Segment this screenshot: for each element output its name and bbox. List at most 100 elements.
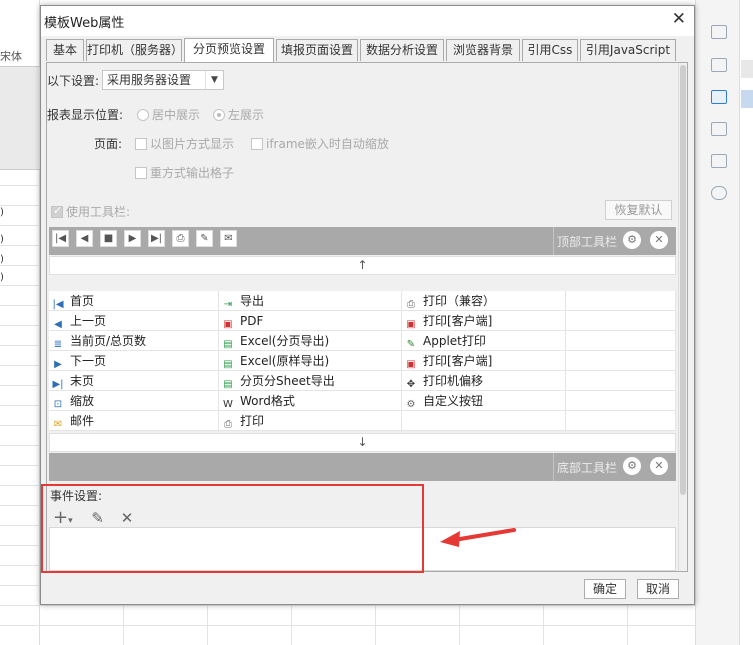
- grid-cell: [566, 291, 676, 311]
- dialog-title: 模板Web属性: [44, 16, 125, 31]
- toolbar-button-item[interactable]: ⎙ 打印（兼容）: [402, 291, 566, 311]
- toolbar-button-item[interactable]: ⎙ 打印: [219, 411, 402, 431]
- cell-property-icon[interactable]: [711, 90, 727, 104]
- page-count-icon: ≣: [53, 339, 63, 350]
- image-display-checkbox[interactable]: 以图片方式显示: [135, 135, 234, 152]
- toolbar-button-label: 邮件: [70, 414, 95, 428]
- tab-javascript[interactable]: 引用JavaScript: [580, 39, 676, 61]
- divider: [553, 227, 554, 255]
- toolbar-button-item[interactable]: ⇥ 导出: [219, 291, 402, 311]
- print-icon: ⎙: [224, 419, 232, 430]
- toolbar-button-item[interactable]: ▶ 下一页: [49, 351, 219, 371]
- repeat-output-checkbox[interactable]: 重方式输出格子: [135, 164, 234, 181]
- toolbar-button-item[interactable]: ▤ 分页分Sheet导出: [219, 371, 402, 391]
- sheet-grid: [0, 170, 40, 645]
- page-label: 页面:: [94, 137, 123, 151]
- zoom-icon: ⊡: [53, 399, 63, 410]
- tab-paging-preview[interactable]: 分页预览设置: [184, 38, 274, 62]
- prev-page-icon: ◀: [54, 319, 62, 330]
- close-icon[interactable]: ✕: [650, 231, 668, 249]
- toolbar-button-item[interactable]: ✥ 打印机偏移: [402, 371, 566, 391]
- toolbar-button-label: 首页: [70, 294, 95, 308]
- top-toolbar-label: 顶部工具栏: [557, 235, 618, 249]
- excel-icon: ▤: [223, 359, 233, 370]
- widget-icon[interactable]: [711, 58, 727, 72]
- gear-icon[interactable]: ⚙: [623, 231, 641, 249]
- side-strip: [741, 60, 753, 78]
- tab-printer-server[interactable]: 打印机（服务器）: [86, 39, 183, 61]
- tab-panel: 以下设置: 采用服务器设置 ▼ 报表显示位置: 居中展示 左展示 页面: 以图片…: [46, 62, 688, 572]
- layout-icon[interactable]: [711, 25, 727, 39]
- toolbar-button-item[interactable]: ≣ 当前页/总页数: [49, 331, 219, 351]
- delete-event-button[interactable]: ✕: [121, 509, 134, 527]
- word-icon: W: [223, 399, 233, 410]
- tab-css[interactable]: 引用Css: [522, 39, 578, 61]
- gear-icon[interactable]: ⚙: [623, 457, 641, 475]
- toolbar-button-item[interactable]: ▣ PDF: [219, 311, 402, 331]
- iframe-scale-checkbox[interactable]: iframe嵌入时自动缩放: [251, 135, 389, 152]
- tab-basic[interactable]: 基本: [46, 39, 84, 61]
- toolbar-button-item[interactable]: ▤ Excel(原样导出): [219, 351, 402, 371]
- radio-icon: [137, 109, 149, 121]
- event-settings-label: 事件设置:: [50, 489, 103, 503]
- toolbar-button-item[interactable]: |◀ 首页: [49, 291, 219, 311]
- settings-mode-select[interactable]: 采用服务器设置 ▼: [102, 70, 224, 90]
- scrollbar-thumb[interactable]: [680, 65, 686, 495]
- row-mark: ): [0, 254, 4, 265]
- stop-icon[interactable]: ■: [100, 230, 117, 247]
- tab-fill-page[interactable]: 填报页面设置: [276, 39, 358, 61]
- ok-button[interactable]: 确定: [584, 579, 626, 599]
- move-down-button[interactable]: ↓: [49, 433, 676, 452]
- toolbar-button-item[interactable]: ✉ 邮件: [49, 411, 219, 431]
- edit-icon[interactable]: ✎: [196, 230, 213, 247]
- toolbar-button-item[interactable]: ▤ Excel(分页导出): [219, 331, 402, 351]
- position-left-label: 左展示: [228, 108, 265, 122]
- vertical-scrollbar[interactable]: [678, 63, 687, 571]
- use-toolbar-checkbox[interactable]: 使用工具栏:: [51, 203, 130, 220]
- toolbar-button-label: 上一页: [70, 314, 107, 328]
- toolbar-button-item[interactable]: ✎ Applet打印: [402, 331, 566, 351]
- applet-print-icon: ✎: [406, 339, 416, 350]
- toolbar-button-item[interactable]: ▶| 末页: [49, 371, 219, 391]
- list-icon[interactable]: [711, 154, 727, 168]
- checkbox-icon: [251, 138, 263, 150]
- prev-page-icon[interactable]: ◀: [76, 230, 93, 247]
- web-properties-dialog: 模板Web属性 ✕ 基本 打印机（服务器） 分页预览设置 填报页面设置 数据分析…: [40, 5, 695, 605]
- toolbar-button-item[interactable]: ◀ 上一页: [49, 311, 219, 331]
- position-center-label: 居中展示: [152, 108, 201, 122]
- print-client-icon: ▣: [406, 359, 416, 370]
- tab-data-analysis[interactable]: 数据分析设置: [360, 39, 444, 61]
- close-icon[interactable]: ✕: [650, 457, 668, 475]
- tab-browser-background[interactable]: 浏览器背景: [446, 39, 520, 61]
- next-page-icon[interactable]: ▶: [124, 230, 141, 247]
- toolbar-button-item[interactable]: ▣ 打印[客户端]: [402, 311, 566, 331]
- toolbar-button-label: 自定义按钮: [423, 394, 484, 408]
- position-center-radio[interactable]: 居中展示: [137, 106, 200, 123]
- toolbar-button-item[interactable]: ▣ 打印[客户端]: [402, 351, 566, 371]
- link-icon[interactable]: [711, 186, 727, 200]
- first-page-icon[interactable]: |◀: [52, 230, 69, 247]
- move-up-button[interactable]: ↑: [49, 256, 676, 275]
- toolbar-button-label: Excel(分页导出): [240, 334, 330, 348]
- toolbar-button-label: 打印（兼容）: [423, 294, 496, 308]
- close-icon[interactable]: ✕: [672, 9, 686, 29]
- toolbar-button-label: PDF: [240, 314, 264, 328]
- form-icon[interactable]: [711, 122, 727, 136]
- toolbar-button-item[interactable]: W Word格式: [219, 391, 402, 411]
- mail-icon[interactable]: ✉: [220, 230, 237, 247]
- toolbar-button-item[interactable]: ⚙ 自定义按钮: [402, 391, 566, 411]
- toolbar-button-item[interactable]: ⊡ 缩放: [49, 391, 219, 411]
- chevron-down-icon: ▾: [68, 516, 73, 526]
- print-icon[interactable]: ⎙: [172, 230, 189, 247]
- grid-cell: [566, 391, 676, 411]
- add-event-button[interactable]: +▾: [53, 507, 73, 528]
- event-list[interactable]: [49, 527, 676, 571]
- position-left-radio[interactable]: 左展示: [213, 106, 264, 123]
- last-page-icon[interactable]: ▶|: [148, 230, 165, 247]
- cancel-button[interactable]: 取消: [637, 579, 679, 599]
- reset-default-button[interactable]: 恢复默认: [605, 200, 672, 220]
- edit-event-button[interactable]: ✎: [91, 509, 104, 527]
- settings-mode-value: 采用服务器设置: [107, 73, 192, 87]
- excel-icon: ▤: [223, 379, 233, 390]
- checkbox-icon: [135, 167, 147, 179]
